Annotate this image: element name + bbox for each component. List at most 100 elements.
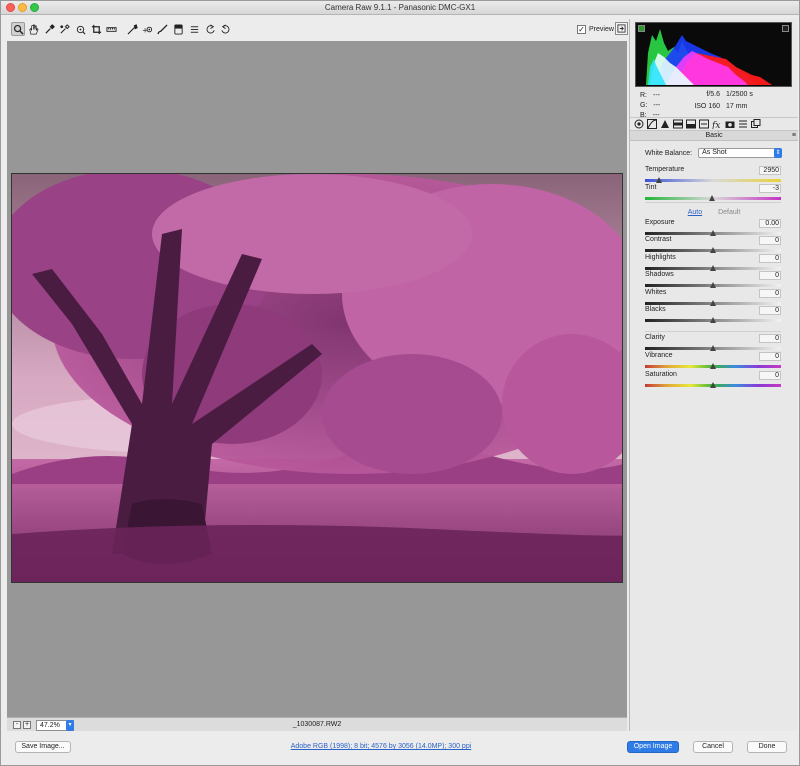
white-balance-row: White Balance: As Shot ⇕ [645, 148, 783, 158]
snapshots-icon [750, 119, 760, 128]
default-link[interactable]: Default [718, 209, 740, 216]
whites-value-field[interactable]: 0 [759, 289, 781, 298]
crop-tool-icon[interactable] [89, 22, 103, 36]
fullscreen-button[interactable] [615, 22, 628, 35]
vibrance-thumb[interactable] [710, 363, 716, 369]
tab-tone-curve[interactable] [646, 119, 657, 129]
clarity-thumb[interactable] [710, 345, 716, 351]
fullscreen-icon [617, 24, 626, 33]
cancel-button[interactable]: Cancel [693, 741, 733, 753]
tab-effects[interactable]: fx [711, 119, 722, 129]
contrast-value-field[interactable]: 0 [759, 236, 781, 245]
spot-removal-tool-icon[interactable] [125, 22, 139, 36]
tab-presets[interactable] [737, 119, 748, 129]
highlights-value-field[interactable]: 0 [759, 254, 781, 263]
save-image-button[interactable]: Save Image... [15, 741, 71, 753]
temperature-slider[interactable]: Temperature 2950 [645, 166, 781, 186]
tint-slider[interactable]: Tint -3 [645, 184, 781, 204]
preview-label: Preview [589, 26, 614, 33]
rotate-ccw-icon[interactable] [203, 22, 217, 36]
chevron-updown-icon: ⇕ [774, 148, 783, 158]
graduated-filter-icon[interactable] [171, 22, 185, 36]
adjustment-brush-icon[interactable] [155, 22, 169, 36]
preview-checkbox[interactable]: ✓ [577, 25, 586, 34]
aperture-value: f/5.6 [706, 91, 720, 98]
lens-icon [698, 119, 709, 129]
saturation-thumb[interactable] [710, 382, 716, 388]
white-balance-tool-icon[interactable] [42, 22, 56, 36]
exposure-value-field[interactable]: 0.00 [759, 219, 781, 228]
presets-icon [738, 120, 747, 128]
straighten-tool-icon[interactable] [104, 22, 118, 36]
saturation-value-field[interactable]: 0 [759, 371, 781, 380]
shadows-value-field[interactable]: 0 [759, 271, 781, 280]
camera-icon [725, 121, 734, 128]
image-canvas[interactable] [7, 41, 627, 717]
color-sampler-tool-icon[interactable] [57, 22, 71, 36]
vibrance-label: Vibrance [645, 352, 673, 359]
r-label: R: [640, 92, 647, 99]
focal-length-value: 17 mm [726, 103, 748, 110]
open-image-button[interactable]: Open Image [627, 741, 679, 753]
radial-filter-icon[interactable] [187, 22, 201, 36]
clarity-value-field[interactable]: 0 [759, 334, 781, 343]
shutter-value: 1/2500 s [726, 91, 753, 98]
shadows-label: Shadows [645, 271, 674, 278]
shadows-slider[interactable]: Shadows 0 [645, 271, 781, 291]
temperature-thumb[interactable] [655, 177, 662, 183]
tab-detail[interactable] [659, 119, 670, 129]
panel-tabs: fx [630, 117, 798, 131]
saturation-label: Saturation [645, 371, 677, 378]
tab-camera-calibration[interactable] [724, 119, 735, 129]
contrast-thumb[interactable] [710, 247, 716, 253]
white-balance-select[interactable]: As Shot ⇕ [698, 148, 783, 158]
hand-tool-icon[interactable] [26, 22, 40, 36]
divider [645, 331, 781, 332]
temperature-value-field[interactable]: 2950 [759, 166, 781, 175]
red-eye-tool-icon[interactable]: + [140, 22, 154, 36]
svg-text:fx: fx [712, 121, 720, 129]
tab-snapshots[interactable] [750, 119, 761, 129]
temperature-track[interactable] [645, 179, 781, 182]
blacks-thumb[interactable] [710, 317, 716, 323]
tab-hsl[interactable] [672, 119, 683, 129]
panel-title: Basic ≡ [630, 131, 798, 141]
shadows-thumb[interactable] [710, 282, 716, 288]
camera-settings-info: f/5.6 1/2500 s ISO 160 17 mm [682, 89, 792, 113]
tab-basic[interactable] [633, 119, 644, 129]
tint-value-field[interactable]: -3 [759, 184, 781, 193]
hsl-icon [672, 119, 683, 129]
workflow-options-link[interactable]: Adobe RGB (1998); 8 bit; 4576 by 3056 (1… [231, 743, 531, 750]
photo-preview[interactable] [11, 173, 623, 583]
adjustments-panel: R: --- G: --- B: --- f/5.6 1/2500 s ISO 160 1… [629, 19, 798, 731]
tab-split-toning[interactable] [685, 119, 696, 129]
zoom-tool-icon[interactable] [11, 22, 25, 36]
g-value: --- [653, 102, 661, 109]
saturation-slider[interactable]: Saturation 0 [645, 371, 781, 391]
temperature-label: Temperature [645, 166, 685, 173]
contrast-label: Contrast [645, 236, 672, 243]
done-button[interactable]: Done [747, 741, 787, 753]
white-balance-label: White Balance: [645, 149, 693, 157]
clarity-slider[interactable]: Clarity 0 [645, 334, 781, 354]
file-name: _1030087.RW2 [292, 721, 342, 728]
preview-toggle[interactable]: ✓ Preview [577, 25, 614, 34]
panel-menu-icon[interactable]: ≡ [792, 131, 796, 141]
tint-thumb[interactable] [708, 195, 715, 201]
blacks-slider[interactable]: Blacks 0 [645, 306, 781, 326]
blacks-value-field[interactable]: 0 [759, 306, 781, 315]
whites-label: Whites [645, 289, 667, 296]
bottom-bar: Save Image... Adobe RGB (1998); 8 bit; 4… [1, 733, 799, 765]
split-toning-icon [685, 119, 696, 129]
targeted-adjustment-tool-icon[interactable] [73, 22, 87, 36]
tool-bar: + ✓ Preview [7, 19, 629, 39]
tint-label: Tint [645, 184, 657, 191]
iso-value: ISO 160 [694, 103, 720, 110]
contrast-slider[interactable]: Contrast 0 [645, 236, 781, 256]
aperture-icon [634, 119, 643, 129]
tab-lens-corrections[interactable] [698, 119, 709, 129]
auto-link[interactable]: Auto [688, 209, 702, 216]
vibrance-slider[interactable]: Vibrance 0 [645, 352, 781, 372]
vibrance-value-field[interactable]: 0 [759, 352, 781, 361]
rotate-cw-icon[interactable] [218, 22, 232, 36]
